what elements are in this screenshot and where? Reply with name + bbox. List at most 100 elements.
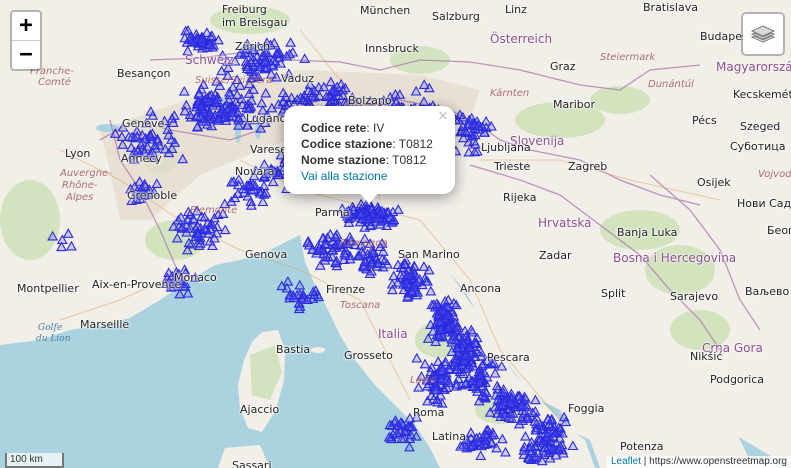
city-label: Genova (245, 248, 288, 261)
region-label: Auvergne- (60, 168, 112, 179)
scale-bar: 100 km (5, 453, 64, 468)
city-label: Varese (250, 143, 287, 156)
popup-content: Codice rete: IV Codice stazione: T0812 N… (284, 106, 455, 184)
region-label: Romagna (340, 238, 388, 249)
region-label: Suisse/Svizzera (195, 75, 273, 86)
attribution: Leaflet | https://www.openstreetmap.org (606, 456, 791, 468)
zoom-in-button[interactable]: + (12, 12, 40, 41)
popup-row-station-code: Codice stazione: T0812 (301, 136, 445, 152)
city-label: Grosseto (344, 349, 393, 362)
attribution-separator: | (640, 456, 650, 467)
region-label: Comté (38, 77, 71, 88)
city-label: Graz (550, 60, 576, 73)
city-label: Ваљево (745, 285, 790, 298)
city-label: Freiburg im Breisgau (222, 3, 288, 29)
city-label: Rijeka (503, 191, 537, 204)
popup-row-station-name: Nome stazione: T0812 (301, 152, 445, 168)
station-popup: × Codice rete: IV Codice stazione: T0812… (284, 106, 455, 204)
city-label: Nikšić (690, 350, 723, 363)
popup-value: : T0812 (385, 153, 427, 167)
city-label: Kecskemét (733, 88, 791, 101)
country-label: Bosna i Hercegovina (613, 251, 737, 265)
city-label: Potenza (620, 440, 664, 453)
city-label: Нови Сад (737, 197, 791, 210)
layers-icon (750, 25, 776, 43)
go-to-station-link[interactable]: Vai alla stazione (301, 169, 388, 183)
station-marker[interactable] (174, 288, 186, 299)
city-label: Grenoble (127, 189, 178, 202)
osm-attribution: https://www.openstreetmap.org (649, 456, 787, 467)
city-label: Zagreb (568, 160, 608, 173)
city-label: Aix-en-Provence (92, 278, 182, 291)
city-label: Salzburg (432, 10, 480, 23)
city-label: Bratislava (643, 1, 698, 14)
leaflet-link[interactable]: Leaflet (611, 456, 641, 467)
city-label: Montpellier (17, 282, 79, 295)
city-label: Annecy (121, 152, 162, 165)
city-label: Ancona (460, 282, 501, 295)
region-label: Alpes (66, 192, 94, 203)
region-label: Dunántúl (648, 79, 694, 90)
city-label: Banja Luka (617, 226, 678, 239)
city-label: Bastia (276, 343, 311, 356)
city-label: Ljubljana (481, 141, 531, 154)
city-label: Београд (767, 224, 791, 237)
city-label: Суботица (730, 140, 786, 153)
popup-value: : IV (366, 121, 385, 135)
zoom-control: + − (10, 10, 42, 71)
city-label: Lyon (65, 147, 91, 160)
city-label: Maribor (553, 98, 596, 111)
station-marker[interactable] (294, 279, 306, 290)
country-label: Österreich (490, 32, 553, 46)
city-label: Trieste (494, 160, 531, 173)
region-label: Kärnten (490, 88, 530, 99)
city-label: Pécs (692, 114, 717, 127)
city-label: Firenze (326, 283, 366, 296)
popup-value: : T0812 (392, 137, 433, 151)
map-container[interactable]: Franche- Comté Auvergne- Rhône- Alpes Piemont… (0, 0, 791, 468)
popup-close-button[interactable]: × (437, 108, 449, 124)
city-label: Linz (505, 3, 527, 16)
city-label: Besançon (117, 67, 171, 80)
popup-row-network-code: Codice rete: IV (301, 120, 445, 136)
city-label: Genève (122, 117, 165, 130)
country-label: Schweiz (185, 53, 234, 67)
city-label: Lugano (246, 112, 287, 125)
layers-control-button[interactable] (741, 12, 785, 56)
city-label: Innsbruck (365, 42, 419, 55)
city-label: Foggia (568, 402, 605, 415)
region-label: Toscana (340, 300, 381, 311)
city-label: Vaduz (281, 72, 315, 85)
region-label: Rhône- (62, 180, 98, 191)
city-label: Latina (432, 430, 466, 443)
region-label: Vojvodina (758, 169, 791, 180)
island-elba (311, 347, 325, 353)
popup-label: Codice stazione (301, 137, 393, 151)
popup-tip (359, 192, 379, 204)
city-label: Szeged (740, 120, 781, 133)
city-label: Pescara (487, 351, 530, 364)
city-label: Osijek (697, 176, 731, 189)
city-label: Sassari (232, 459, 272, 468)
country-label: Magyarország (716, 60, 791, 74)
country-label: Hrvatska (538, 216, 592, 230)
city-label: Novara (235, 165, 275, 178)
city-label: Podgorica (710, 373, 765, 386)
popup-label: Codice rete (301, 121, 367, 135)
region-label: Piemonte (190, 205, 238, 216)
station-marker[interactable] (404, 441, 415, 452)
station-marker[interactable] (282, 275, 294, 286)
city-label: Zadar (539, 249, 572, 262)
city-label: Sarajevo (670, 290, 719, 303)
region-label: Steiermark (600, 52, 656, 63)
popup-label: Nome stazione (301, 153, 386, 167)
country-label: Italia (378, 327, 408, 341)
city-label: Marseille (80, 318, 130, 331)
city-label: Zürich (235, 40, 271, 53)
city-label: San Marino (398, 248, 460, 261)
sea-label: du Lion (36, 334, 71, 344)
city-label: München (360, 4, 411, 17)
region-label: Lazio (410, 375, 436, 386)
city-label: Monaco (174, 271, 217, 284)
zoom-out-button[interactable]: − (12, 41, 40, 69)
